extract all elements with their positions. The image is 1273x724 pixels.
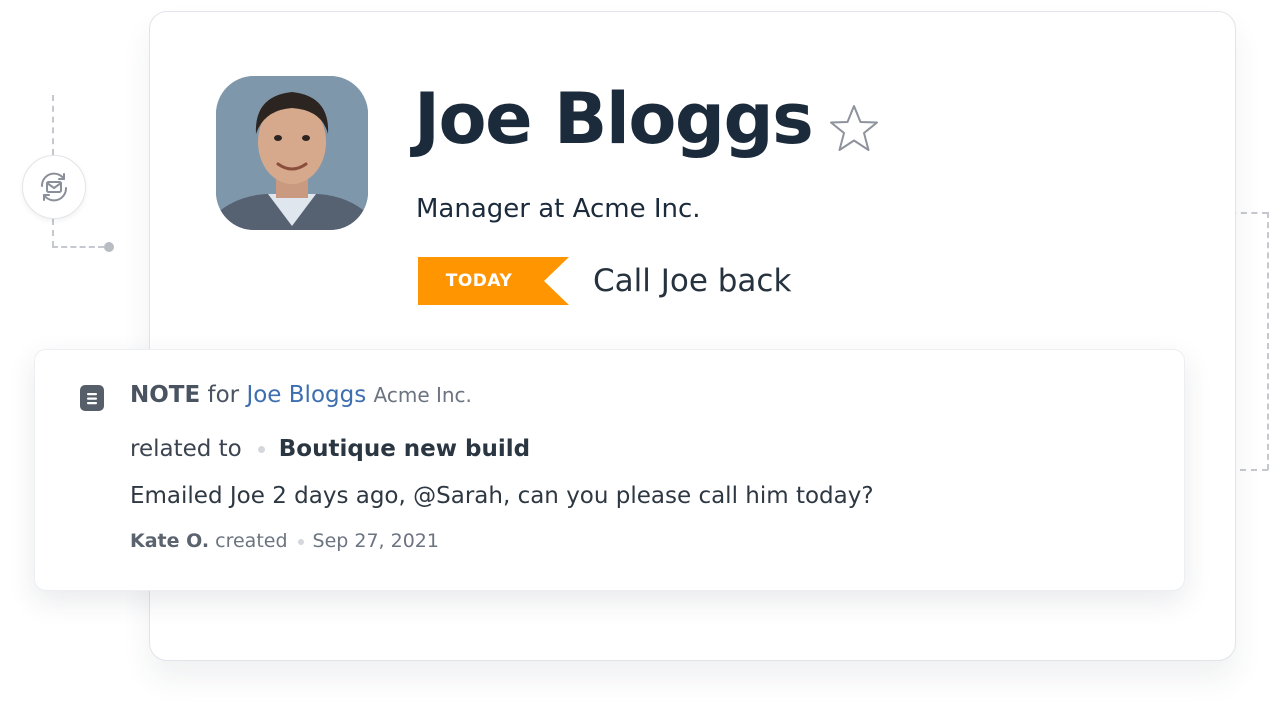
favorite-star-icon[interactable] xyxy=(827,103,881,155)
note-date: Sep 27, 2021 xyxy=(312,530,439,552)
note-action: created xyxy=(215,530,288,552)
connector-line-left-top xyxy=(52,95,54,155)
related-deal-link[interactable]: Boutique new build xyxy=(279,436,530,462)
note-author: Kate O. xyxy=(130,530,210,552)
email-sync-icon xyxy=(22,155,86,219)
note-header: NOTE for Joe Bloggs Acme Inc. xyxy=(130,382,472,408)
note-meta: Kate O. created Sep 27, 2021 xyxy=(130,530,439,552)
connector-line-left-horizontal xyxy=(52,246,104,248)
note-contact-link[interactable]: Joe Bloggs xyxy=(246,382,366,408)
note-type-label: NOTE xyxy=(130,382,201,408)
note-body-text: Emailed Joe 2 days ago, @Sarah, can you … xyxy=(130,483,874,509)
note-related-row: related to Boutique new build xyxy=(130,436,530,462)
related-to-label: related to xyxy=(130,436,242,462)
note-icon xyxy=(80,385,104,416)
note-card: NOTE for Joe Bloggs Acme Inc. related to… xyxy=(34,349,1185,591)
separator-dot xyxy=(257,446,265,453)
note-for-label: for xyxy=(207,382,240,408)
today-due-tag: TODAY xyxy=(418,257,569,305)
today-tag-label: TODAY xyxy=(445,271,513,291)
contact-job-title: Manager at Acme Inc. xyxy=(416,194,701,224)
contact-name: Joe Bloggs xyxy=(414,78,814,160)
separator-dot xyxy=(297,538,304,545)
connector-dot-left xyxy=(104,242,114,252)
note-company-label: Acme Inc. xyxy=(373,383,472,407)
contact-avatar[interactable] xyxy=(216,76,368,230)
connector-line-left-bottom xyxy=(52,219,54,247)
task-description[interactable]: Call Joe back xyxy=(593,263,791,299)
connector-line-right-vertical xyxy=(1267,212,1269,470)
